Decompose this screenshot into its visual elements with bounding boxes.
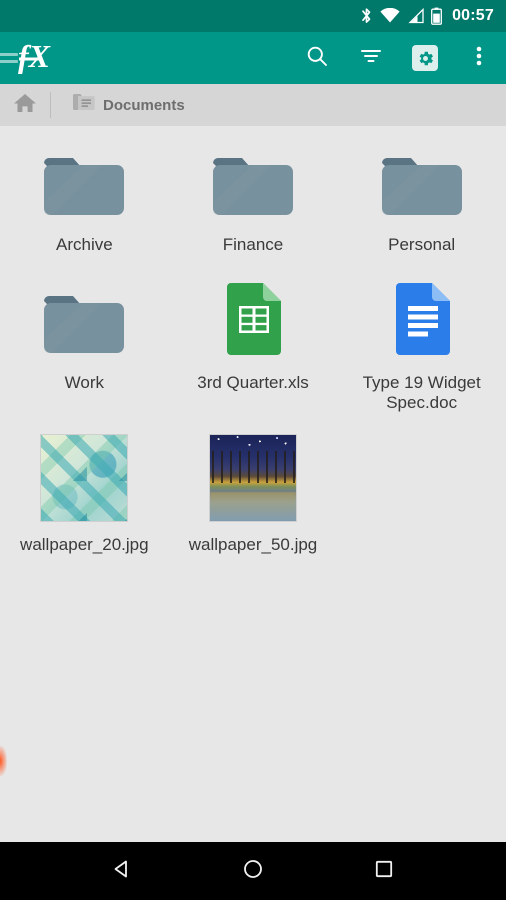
- overflow-menu-button[interactable]: [452, 32, 506, 84]
- file-grid-row: wallpaper_20.jpg wallpaper_50.jpg: [0, 414, 506, 556]
- back-triangle-icon: [110, 857, 134, 886]
- grid-item-work[interactable]: Work: [0, 256, 169, 414]
- grid-item-label: Type 19 Widget Spec.doc: [362, 372, 481, 413]
- image-thumbnail: [40, 434, 129, 523]
- file-grid-row: Work 3rd Quarter.xls Type 19 Widget Spec…: [0, 256, 506, 414]
- breadcrumb: Documents: [0, 84, 506, 126]
- grid-item-wallpaper-20-jpg[interactable]: wallpaper_20.jpg: [0, 414, 169, 556]
- file-grid-container[interactable]: Archive Finance Personal Work 3rd Quarte…: [0, 126, 506, 842]
- overflow-menu-icon: [476, 44, 482, 73]
- wallpaper-20-thumbnail: [40, 434, 129, 523]
- home-icon: [12, 91, 38, 120]
- breadcrumb-current-label: Documents: [103, 96, 185, 114]
- grid-item-type-19-widget-spec-doc[interactable]: Type 19 Widget Spec.doc: [337, 256, 506, 414]
- settings-button[interactable]: [398, 32, 452, 84]
- image-thumbnail: [208, 434, 297, 523]
- grid-item-label: Personal: [388, 235, 456, 254]
- file-grid-row: Archive Finance Personal: [0, 126, 506, 256]
- app-toolbar: fX: [0, 32, 506, 84]
- grid-item-personal[interactable]: Personal: [337, 126, 506, 256]
- bluetooth-icon: [360, 7, 373, 25]
- toolbar-actions: [290, 32, 506, 84]
- folder-icon: [40, 144, 128, 222]
- grid-item-label: wallpaper_50.jpg: [188, 535, 318, 555]
- spreadsheet-icon: [221, 282, 285, 360]
- grid-item-empty: [337, 414, 506, 556]
- grid-item-label: Finance: [222, 235, 284, 254]
- scroll-edge-glow: [0, 746, 7, 776]
- grid-item-archive[interactable]: Archive: [0, 126, 169, 256]
- nav-home-button[interactable]: [225, 842, 281, 900]
- gear-icon: [412, 45, 438, 71]
- status-bar-clock: 00:57: [452, 7, 494, 24]
- documents-folder-icon: [73, 93, 95, 117]
- folder-icon: [40, 282, 128, 360]
- nav-back-button[interactable]: [94, 842, 150, 900]
- android-nav-bar: [0, 842, 506, 900]
- search-button[interactable]: [290, 32, 344, 84]
- cellular-signal-icon: [407, 8, 424, 24]
- thumbnail-reflection: [209, 491, 296, 522]
- folder-icon: [209, 144, 297, 222]
- grid-item-wallpaper-50-jpg[interactable]: wallpaper_50.jpg: [169, 414, 338, 556]
- breadcrumb-item-documents[interactable]: Documents: [51, 93, 185, 117]
- grid-item-label: 3rd Quarter.xls: [197, 372, 309, 392]
- fx-logo[interactable]: fX: [18, 40, 70, 75]
- recents-square-icon: [372, 857, 396, 886]
- drawer-handle-icon[interactable]: [0, 53, 18, 63]
- breadcrumb-home-button[interactable]: [0, 84, 50, 126]
- grid-item-finance[interactable]: Finance: [169, 126, 338, 256]
- home-circle-icon: [241, 857, 265, 886]
- battery-icon: [431, 7, 443, 25]
- wifi-icon: [380, 8, 400, 24]
- thumbnail-trees: [209, 450, 296, 484]
- file-manager-screen: 00:57 fX Documents Archive Finance Perso…: [0, 0, 506, 900]
- grid-item-label: wallpaper_20.jpg: [20, 535, 149, 555]
- wallpaper-50-thumbnail: [208, 434, 297, 523]
- grid-item-3rd-quarter-xls[interactable]: 3rd Quarter.xls: [169, 256, 338, 414]
- document-icon: [390, 282, 454, 360]
- folder-icon: [378, 144, 466, 222]
- sort-filter-button[interactable]: [344, 32, 398, 84]
- grid-item-label: Work: [64, 372, 104, 392]
- grid-item-label: Archive: [55, 235, 113, 254]
- filter-icon: [359, 44, 383, 73]
- status-bar: 00:57: [0, 0, 506, 32]
- nav-recents-button[interactable]: [356, 842, 412, 900]
- svg-text:fX: fX: [18, 40, 51, 74]
- search-icon: [305, 44, 329, 73]
